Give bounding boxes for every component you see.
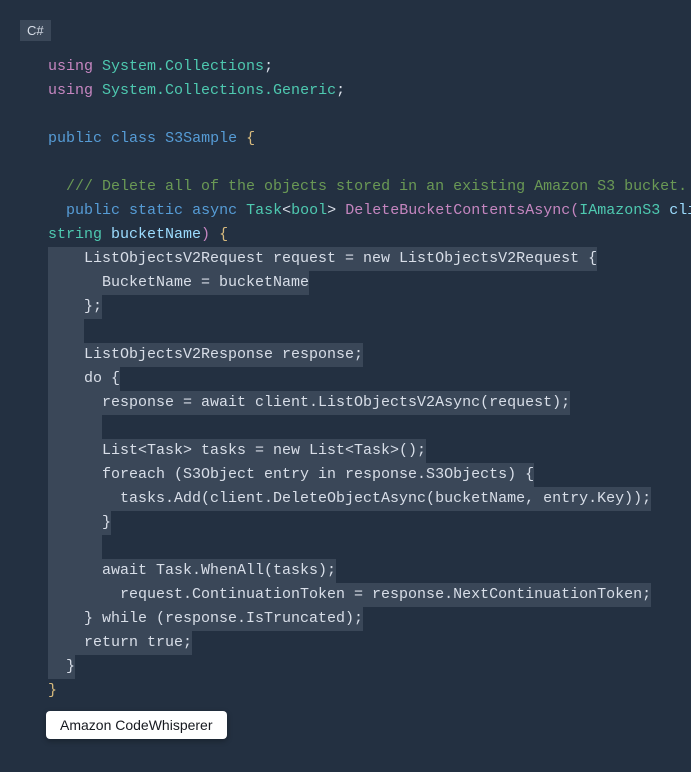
generated-code-line: [48, 535, 102, 559]
punct-semicolon: ;: [336, 82, 345, 99]
generated-code-line: ListObjectsV2Request request = new ListO…: [48, 247, 597, 271]
keyword-static: static: [129, 202, 183, 219]
code-viewer: C# using System.Collections; using Syste…: [0, 0, 691, 759]
keyword-public: public: [48, 130, 102, 147]
type-bool: bool: [291, 202, 327, 219]
generated-code-line: BucketName = bucketName: [48, 271, 309, 295]
namespace: System.Collections: [102, 58, 264, 75]
comment-line: /// Delete all of the objects stored in …: [66, 178, 687, 195]
class-name: S3Sample: [165, 130, 237, 147]
generated-code-line: [48, 319, 84, 343]
punct-semicolon: ;: [264, 58, 273, 75]
generated-code-line: do {: [48, 367, 120, 391]
generated-code-line: };: [48, 295, 102, 319]
angle-close: >: [327, 202, 336, 219]
brace-open: {: [219, 226, 228, 243]
param-bucketname: bucketName: [111, 226, 201, 243]
paren-open: (: [570, 202, 579, 219]
generated-code-line: }: [48, 655, 75, 679]
generated-code-line: tasks.Add(client.DeleteObjectAsync(bucke…: [48, 487, 651, 511]
generated-code-line: List<Task> tasks = new List<Task>();: [48, 439, 426, 463]
generated-code-line: request.ContinuationToken = response.Nex…: [48, 583, 651, 607]
angle-open: <: [282, 202, 291, 219]
generated-code-line: ListObjectsV2Response response;: [48, 343, 363, 367]
language-badge: C#: [20, 20, 51, 41]
codewhisperer-tooltip[interactable]: Amazon CodeWhisperer: [46, 711, 227, 739]
brace-open: {: [246, 130, 255, 147]
brace-close: }: [48, 682, 57, 699]
keyword-public: public: [66, 202, 120, 219]
generated-code-line: }: [48, 511, 111, 535]
paren-close: ): [201, 226, 210, 243]
generated-code-line: return true;: [48, 631, 192, 655]
param-client: client: [669, 202, 691, 219]
interface-type: IAmazonS3: [579, 202, 660, 219]
type-string: string: [48, 226, 102, 243]
generated-code-line: } while (response.IsTruncated);: [48, 607, 363, 631]
generated-code-line: foreach (S3Object entry in response.S3Ob…: [48, 463, 534, 487]
keyword-class: class: [111, 130, 156, 147]
generated-code-line: await Task.WhenAll(tasks);: [48, 559, 336, 583]
method-name: DeleteBucketContentsAsync: [345, 202, 570, 219]
code-block: using System.Collections; using System.C…: [20, 55, 691, 703]
generated-code-line: response = await client.ListObjectsV2Asy…: [48, 391, 570, 415]
generated-code-line: [48, 415, 102, 439]
type-task: Task: [246, 202, 282, 219]
namespace: System.Collections.Generic: [102, 82, 336, 99]
keyword-using: using: [48, 58, 93, 75]
keyword-async: async: [192, 202, 237, 219]
keyword-using: using: [48, 82, 93, 99]
